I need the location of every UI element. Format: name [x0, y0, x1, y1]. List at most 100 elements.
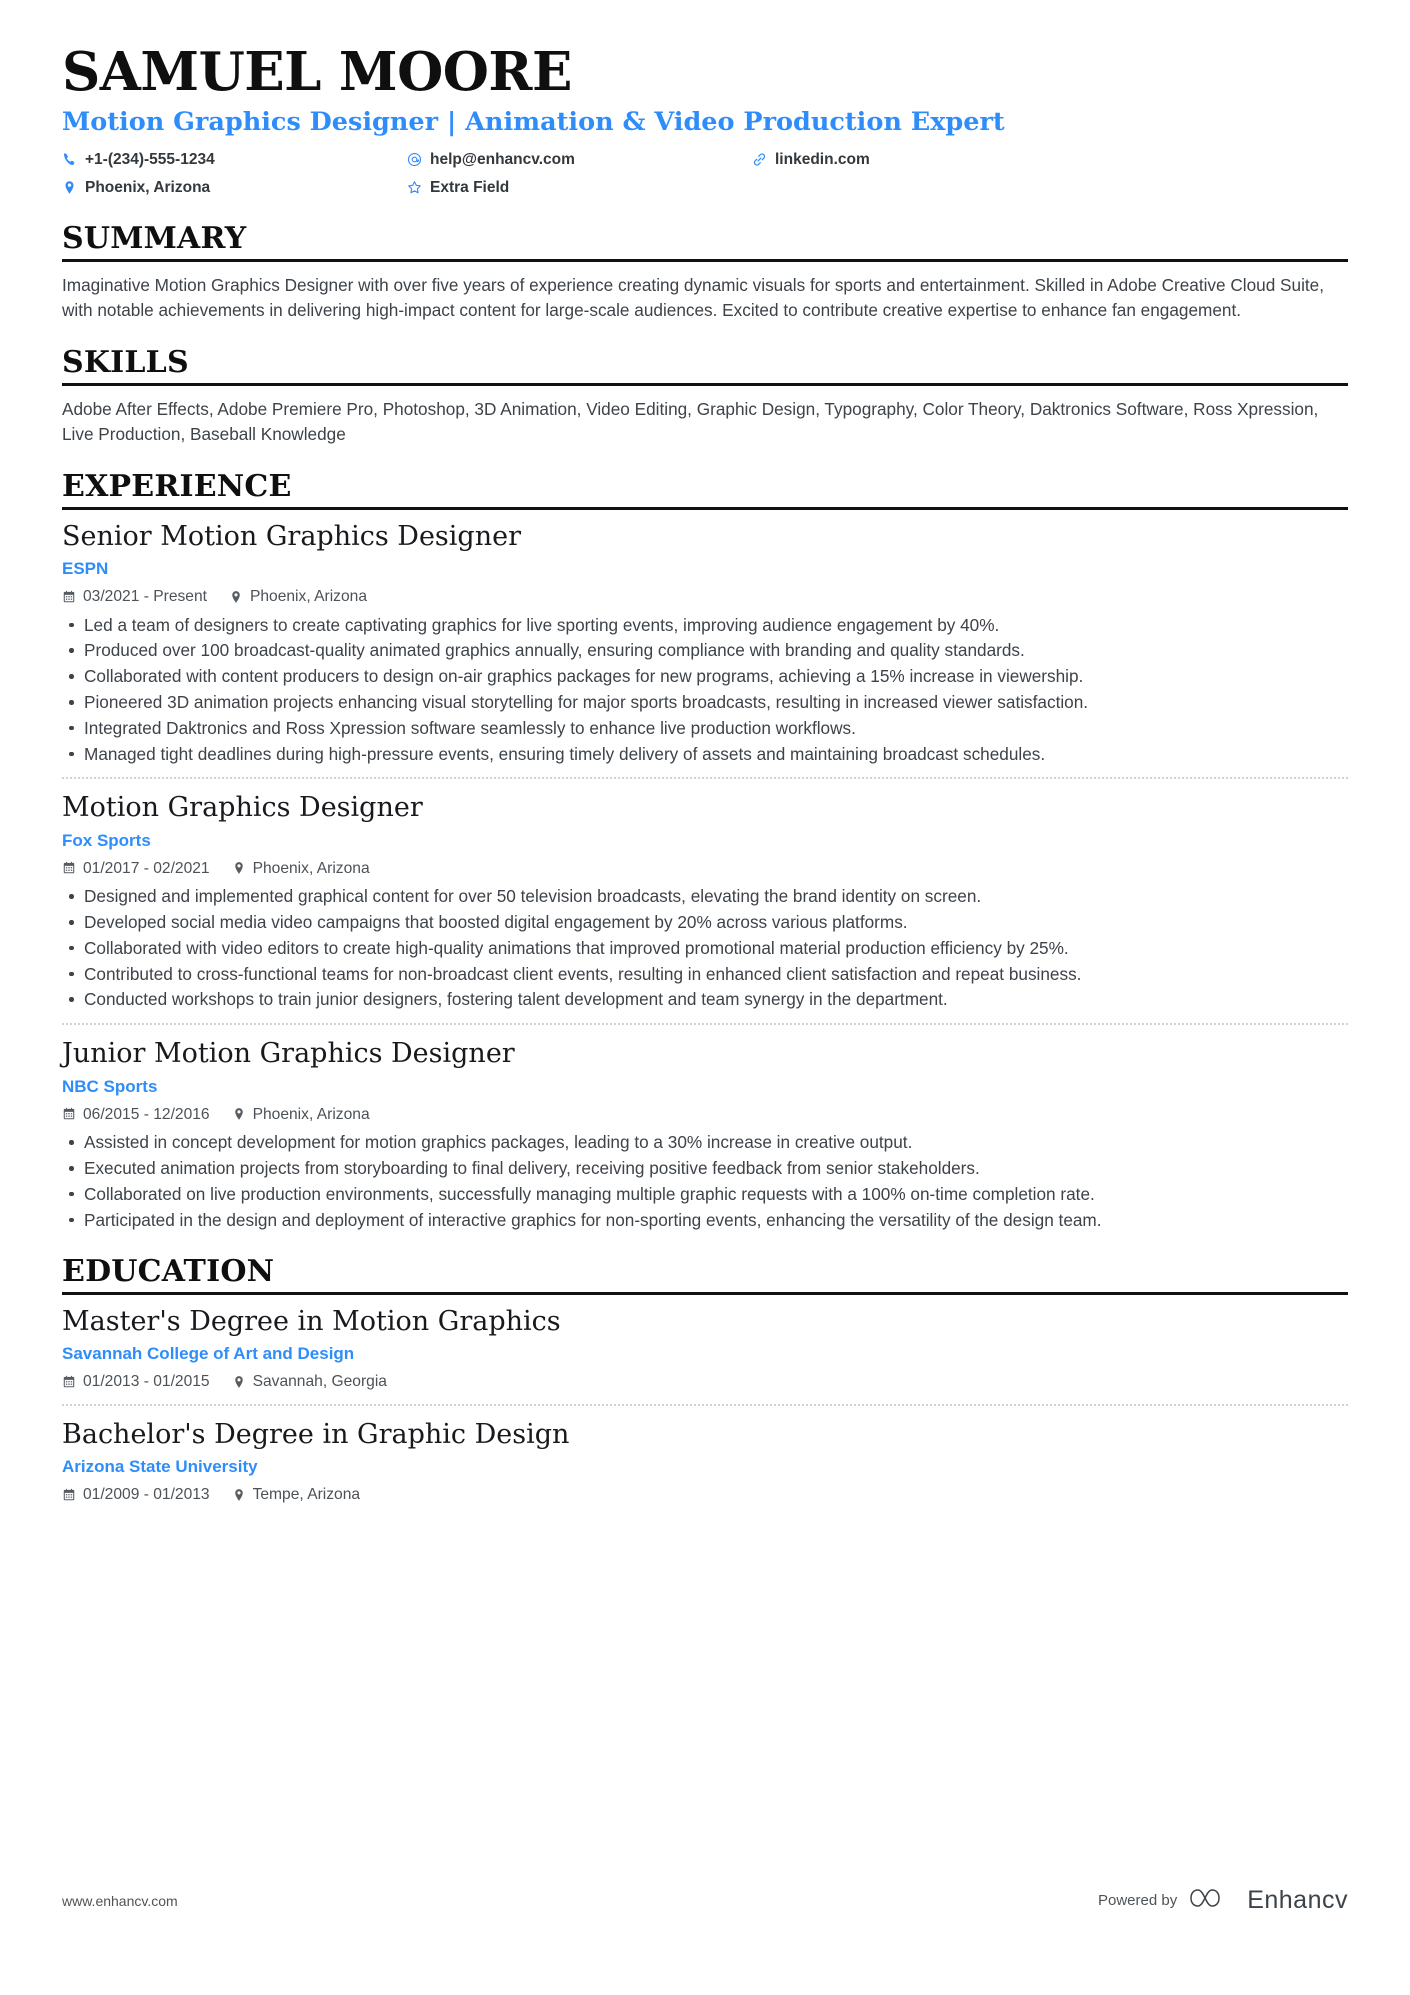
bullet-item: Assisted in concept development for moti… [62, 1130, 1348, 1155]
entry-title: Motion Graphics Designer [62, 792, 423, 824]
section-education: EDUCATION Master's Degree in Motion Grap… [62, 1254, 1348, 1506]
page-footer: www.enhancv.com Powered by Enhancv [62, 1884, 1348, 1917]
entry-location: Phoenix, Arizona [232, 858, 370, 880]
entry-title: Senior Motion Graphics Designer [62, 520, 521, 552]
bullet-item: Executed animation projects from storybo… [62, 1156, 1348, 1181]
enhancv-wordmark: Enhancv [1247, 1886, 1348, 1914]
bullet-item: Collaborated with video editors to creat… [62, 936, 1348, 961]
bullet-item: Contributed to cross-functional teams fo… [62, 962, 1348, 987]
bullet-item: Developed social media video campaigns t… [62, 910, 1348, 935]
entry-item: Senior Motion Graphics Designer ESPN 03/20… [62, 510, 1348, 767]
entry-organization[interactable]: Fox Sports [62, 829, 1348, 853]
contact-info: +1-(234)-555-1234 help@enhancv.com linke… [62, 148, 1348, 200]
entry-title: Junior Motion Graphics Designer [62, 1038, 515, 1070]
entry-organization[interactable]: ESPN [62, 557, 1348, 581]
bullet-item: Conducted workshops to train junior desi… [62, 987, 1348, 1012]
contact-email[interactable]: help@enhancv.com [407, 148, 752, 171]
contact-linkedin[interactable]: linkedin.com [752, 148, 1348, 171]
contact-phone-text: +1-(234)-555-1234 [85, 150, 215, 168]
contact-linkedin-text: linkedin.com [775, 150, 870, 168]
entry-organization[interactable]: NBC Sports [62, 1075, 1348, 1099]
contact-phone[interactable]: +1-(234)-555-1234 [62, 148, 407, 171]
entry-title: Bachelor's Degree in Graphic Design [62, 1418, 570, 1450]
entry-dates-text: 01/2013 - 01/2015 [83, 1373, 210, 1391]
bullet-item: Produced over 100 broadcast-quality anim… [62, 638, 1348, 663]
bullet-item: Led a team of designers to create captiv… [62, 613, 1348, 638]
location-pin-icon [232, 1107, 246, 1121]
entry-dates-text: 06/2015 - 12/2016 [83, 1105, 210, 1123]
entry-location-text: Phoenix, Arizona [252, 1105, 370, 1123]
section-experience: EXPERIENCE Senior Motion Graphics Design… [62, 469, 1348, 1232]
entry-dates: 01/2009 - 01/2013 [62, 1484, 210, 1506]
entry-organization[interactable]: Arizona State University [62, 1455, 1348, 1479]
resume-header: SAMUEL MOORE Motion Graphics Designer | … [62, 41, 1348, 200]
contact-extra-field[interactable]: Extra Field [407, 176, 752, 199]
bullet-item: Managed tight deadlines during high-pres… [62, 742, 1348, 767]
entry-location: Savannah, Georgia [232, 1371, 387, 1393]
entry-meta: 01/2017 - 02/2021 Phoenix, Arizona [62, 858, 1348, 880]
entry-dates: 06/2015 - 12/2016 [62, 1104, 210, 1126]
resume-page: SAMUEL MOORE Motion Graphics Designer | … [0, 0, 1410, 1995]
bullet-item: Participated in the design and deploymen… [62, 1208, 1348, 1233]
email-icon [407, 152, 422, 167]
entry-meta: 01/2009 - 01/2013 Tempe, Arizona [62, 1484, 1348, 1506]
contact-email-text: help@enhancv.com [430, 150, 575, 168]
section-skills: SKILLS Adobe After Effects, Adobe Premie… [62, 345, 1348, 447]
enhancv-logo-icon [1189, 1884, 1235, 1917]
contact-location-text: Phoenix, Arizona [85, 179, 211, 197]
entry-dates-text: 03/2021 - Present [83, 587, 207, 605]
entry-dates-text: 01/2017 - 02/2021 [83, 859, 210, 877]
entry-item: Master's Degree in Motion Graphics Savann… [62, 1295, 1348, 1393]
section-title-experience: EXPERIENCE [62, 469, 292, 505]
entry-location: Phoenix, Arizona [229, 586, 367, 608]
candidate-name: SAMUEL MOORE [62, 41, 572, 103]
bullet-item: Collaborated on live production environm… [62, 1182, 1348, 1207]
section-title-summary: SUMMARY [62, 221, 247, 257]
powered-by-label: Powered by [1097, 1892, 1178, 1909]
candidate-headline: Motion Graphics Designer | Animation & V… [62, 107, 1005, 138]
location-pin-icon [229, 590, 243, 604]
brand-block: Powered by Enhancv [1098, 1884, 1348, 1917]
section-title-skills: SKILLS [62, 345, 189, 381]
location-pin-icon [232, 1375, 246, 1389]
bullet-item: Collaborated with content producers to d… [62, 664, 1348, 689]
entry-location: Tempe, Arizona [232, 1484, 360, 1506]
section-summary: SUMMARY Imaginative Motion Graphics Desi… [62, 221, 1348, 323]
footer-url[interactable]: www.enhancv.com [62, 1893, 178, 1909]
entry-dates: 03/2021 - Present [62, 586, 207, 608]
entry-meta: 01/2013 - 01/2015 Savannah, Georgia [62, 1371, 1348, 1393]
bullet-item: Integrated Daktronics and Ross Xpression… [62, 716, 1348, 741]
entry-location-text: Phoenix, Arizona [252, 859, 370, 877]
bullet-item: Pioneered 3D animation projects enhancin… [62, 690, 1348, 715]
entry-location-text: Tempe, Arizona [252, 1486, 361, 1504]
education-list: Master's Degree in Motion Graphics Savann… [62, 1295, 1348, 1506]
entry-item: Junior Motion Graphics Designer NBC Sport… [62, 1023, 1348, 1232]
calendar-icon [62, 1375, 76, 1389]
entry-item: Bachelor's Degree in Graphic Design Arizo… [62, 1403, 1348, 1506]
entry-bullets: Assisted in concept development for moti… [62, 1130, 1348, 1232]
entry-dates: 01/2013 - 01/2015 [62, 1371, 210, 1393]
experience-list: Senior Motion Graphics Designer ESPN 03/20… [62, 510, 1348, 1233]
section-divider [62, 382, 1348, 386]
section-divider [62, 258, 1348, 262]
entry-title: Master's Degree in Motion Graphics [62, 1305, 561, 1337]
calendar-icon [62, 590, 76, 604]
entry-bullets: Designed and implemented graphical conte… [62, 884, 1348, 1012]
bullet-item: Designed and implemented graphical conte… [62, 884, 1348, 909]
entry-organization[interactable]: Savannah College of Art and Design [62, 1342, 1348, 1366]
contact-extra-field-text: Extra Field [430, 179, 510, 197]
summary-text: Imaginative Motion Graphics Designer wit… [62, 274, 1324, 320]
phone-icon [62, 152, 77, 167]
calendar-icon [62, 861, 76, 875]
star-icon [407, 180, 422, 195]
location-pin-icon [62, 180, 77, 195]
entry-dates: 01/2017 - 02/2021 [62, 858, 210, 880]
location-pin-icon [232, 861, 246, 875]
entry-meta: 03/2021 - Present Phoenix, Arizona [62, 586, 1348, 608]
contact-location[interactable]: Phoenix, Arizona [62, 176, 407, 199]
entry-location: Phoenix, Arizona [232, 1104, 370, 1126]
section-title-education: EDUCATION [62, 1254, 275, 1290]
calendar-icon [62, 1488, 76, 1502]
entry-item: Motion Graphics Designer Fox Sports 01/201… [62, 777, 1348, 1012]
entry-location-text: Phoenix, Arizona [249, 587, 367, 605]
